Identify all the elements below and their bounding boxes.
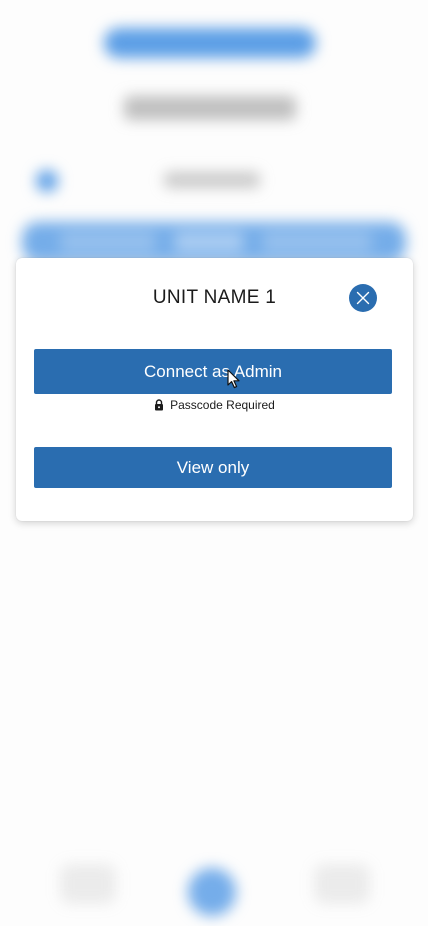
lock-icon <box>154 399 164 411</box>
passcode-note: Passcode Required <box>16 398 413 412</box>
close-button[interactable] <box>349 284 377 312</box>
connect-as-admin-button[interactable]: Connect as Admin <box>34 349 392 394</box>
blurred-nav-center <box>188 868 236 916</box>
blurred-header-pill <box>104 28 316 58</box>
connect-dialog: UNIT NAME 1 Connect as Admin Passcode Re… <box>16 258 413 521</box>
blurred-tab-3 <box>262 232 372 252</box>
blurred-subtitle <box>124 96 296 120</box>
blurred-nav-right <box>314 864 370 904</box>
blurred-tab-2 <box>174 232 244 252</box>
close-icon <box>356 291 370 305</box>
blurred-section-label <box>164 172 260 188</box>
blurred-tab-1 <box>60 232 156 252</box>
passcode-note-text: Passcode Required <box>170 398 275 412</box>
app-screen: UNIT NAME 1 Connect as Admin Passcode Re… <box>0 0 428 926</box>
blurred-tab-bar <box>22 222 406 262</box>
blurred-nav-left <box>60 864 116 904</box>
blurred-back-icon <box>36 170 58 192</box>
view-only-button[interactable]: View only <box>34 447 392 488</box>
